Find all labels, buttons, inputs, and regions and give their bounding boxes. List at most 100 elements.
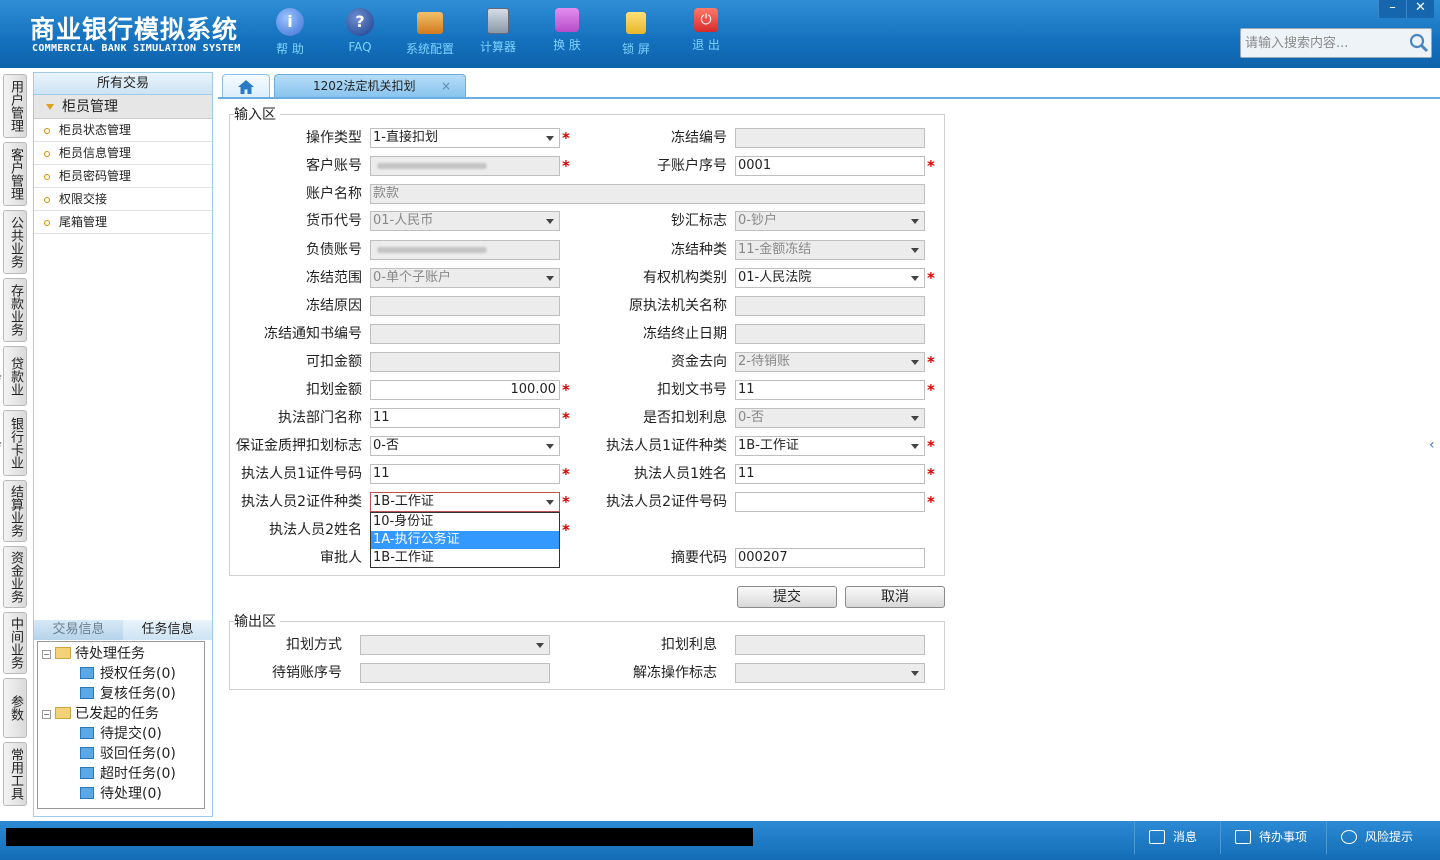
orig-authority-field[interactable] [735,296,925,316]
skin-button[interactable]: 换 肤 [537,8,597,53]
deduct-doc-no-label: 扣划文书号 [657,382,727,398]
tree-node-auth-tasks[interactable]: 授权任务(0) [80,664,176,684]
authority-type-select[interactable]: 01-人民法院 [735,268,925,288]
nav-item-permission-handover[interactable]: 权限交接 [34,188,212,211]
dept-name-field[interactable]: 11 [370,408,560,428]
currency-select[interactable]: 01-人民币 [370,211,560,231]
deduct-doc-no-field[interactable]: 11 [735,380,925,400]
deduct-method-select[interactable] [360,635,550,655]
task-icon [80,667,94,679]
todo-button[interactable]: 待办事项 [1220,821,1324,854]
collapse-icon[interactable]: − [42,650,51,659]
close-tab-icon[interactable]: × [441,75,451,97]
nav-group-teller-mgmt[interactable]: 柜员管理 [34,95,212,119]
freeze-reason-field[interactable] [370,296,560,316]
mail-icon [1149,830,1165,844]
tree-node-timeout[interactable]: 超时任务(0) [80,764,176,784]
side-tab-treasury[interactable]: 资金业务 [3,546,27,608]
messages-label: 消息 [1173,830,1198,844]
dropdown-option[interactable]: 10-身份证 [371,513,559,531]
deduct-interest-field[interactable] [735,635,925,655]
side-tab-params[interactable]: 参数 [3,678,27,738]
calculator-button[interactable]: 计算器 [468,8,528,55]
account-name-field[interactable]: 款款 [370,184,925,204]
side-tab-customer-mgmt[interactable]: 客户管理 [3,142,27,206]
side-tab-public-business[interactable]: 公共业务 [3,210,27,274]
officer2-id-no-field[interactable] [735,492,925,512]
help-button[interactable]: i 帮 助 [260,8,320,57]
tab-title: 1202法定机关扣划 [313,79,416,93]
side-tab-tools[interactable]: 常用工具 [3,742,27,806]
freeze-notice-no-label: 冻结通知书编号 [264,326,362,342]
collapse-icon[interactable]: − [42,710,51,719]
tree-node-rejected[interactable]: 驳回任务(0) [80,744,176,764]
search-icon[interactable] [1409,33,1429,53]
nav-item-teller-info[interactable]: 柜员信息管理 [34,142,212,165]
submit-button[interactable]: 提交 [737,586,837,608]
nav-item-cash-box[interactable]: 尾箱管理 [34,211,212,234]
fund-direction-select[interactable]: 2-待销账 [735,352,925,372]
freeze-end-date-field[interactable] [735,324,925,344]
freeze-kind-select[interactable]: 11-金额冻结 [735,240,925,260]
required-marker: * [562,409,570,427]
sub-account-seq-field[interactable]: 0001 [735,156,925,176]
officer1-id-type-select[interactable]: 1B-工作证 [735,436,925,456]
officer2-id-type-select[interactable]: 1B-工作证 [370,492,560,512]
freeze-scope-select[interactable]: 0-单个子账户 [370,268,560,288]
dropdown-option-highlighted[interactable]: 1A-执行公务证 [371,531,559,549]
cash-flag-select[interactable]: 0-钞户 [735,211,925,231]
deduct-amount-field[interactable]: 100.00 [370,380,560,400]
deduct-method-label: 扣划方式 [286,637,342,653]
required-marker: * [927,493,935,511]
officer1-id-no-field[interactable]: 11 [370,464,560,484]
tab-trade-info[interactable]: 交易信息 [34,620,123,640]
side-tab-bank-card[interactable]: 银行卡业务 [0,410,27,476]
side-tab-loan[interactable]: 贷款业务 [0,346,27,406]
close-window-button[interactable]: ✕ [1406,0,1434,18]
officer2-id-type-label: 执法人员2证件种类 [241,494,362,510]
faq-button[interactable]: ? FAQ [330,8,390,54]
deductible-amount-label: 可扣金额 [306,354,362,370]
system-config-button[interactable]: 系统配置 [400,8,460,57]
tree-node-to-process[interactable]: 待处理(0) [80,784,162,804]
freeze-no-field[interactable] [735,128,925,148]
tree-node-review-tasks[interactable]: 复核任务(0) [80,684,176,704]
margin-flag-select[interactable]: 0-否 [370,436,560,456]
tab-task-info[interactable]: 任务信息 [123,620,212,640]
freeze-no-label: 冻结编号 [671,130,727,146]
risk-alert-label: 风险提示 [1365,830,1414,844]
minimize-button[interactable]: – [1378,0,1406,18]
cust-account-field[interactable] [370,156,560,176]
side-tab-deposit[interactable]: 存款业务 [3,278,27,342]
nav-item-teller-password[interactable]: 柜员密码管理 [34,165,212,188]
nav-item-teller-status[interactable]: 柜员状态管理 [34,119,212,142]
op-type-select[interactable]: 1-直接扣划 [370,128,560,148]
tree-node-pending[interactable]: − 待处理任务 [42,644,145,664]
lock-screen-button[interactable]: 锁 屏 [606,8,666,57]
tab-home[interactable] [222,74,270,98]
dropdown-option[interactable]: 1B-工作证 [371,549,559,567]
unfreeze-flag-select[interactable] [735,663,925,683]
summary-code-field[interactable]: 000207 [735,548,925,568]
side-tab-intermediate[interactable]: 中间业务 [3,612,27,674]
search-input[interactable] [1241,29,1401,57]
nav-header[interactable]: 所有交易 [34,73,212,95]
messages-button[interactable]: 消息 [1134,821,1224,854]
tree-node-to-submit[interactable]: 待提交(0) [80,724,162,744]
deduct-interest-flag-select[interactable]: 0-否 [735,408,925,428]
id-type-dropdown-list: 10-身份证 1A-执行公务证 1B-工作证 [370,512,560,568]
freeze-notice-no-field[interactable] [370,324,560,344]
deductible-amount-field[interactable] [370,352,560,372]
risk-alert-button[interactable]: 风险提示 [1326,821,1436,854]
tree-node-initiated[interactable]: − 已发起的任务 [42,704,159,724]
tab-legal-deduction[interactable]: 1202法定机关扣划 × [274,74,466,98]
exit-button[interactable]: ⏻ 退 出 [676,8,736,53]
debt-account-field[interactable] [370,240,560,260]
home-icon [238,80,254,94]
cancel-button[interactable]: 取消 [845,586,945,608]
officer1-name-field[interactable]: 11 [735,464,925,484]
side-tab-settlement[interactable]: 结算业务 [3,480,27,542]
panel-collapse-icon[interactable]: ‹ [1429,425,1440,465]
pending-seq-field[interactable] [360,663,550,683]
side-tab-user-mgmt[interactable]: 用户管理 [3,74,27,138]
